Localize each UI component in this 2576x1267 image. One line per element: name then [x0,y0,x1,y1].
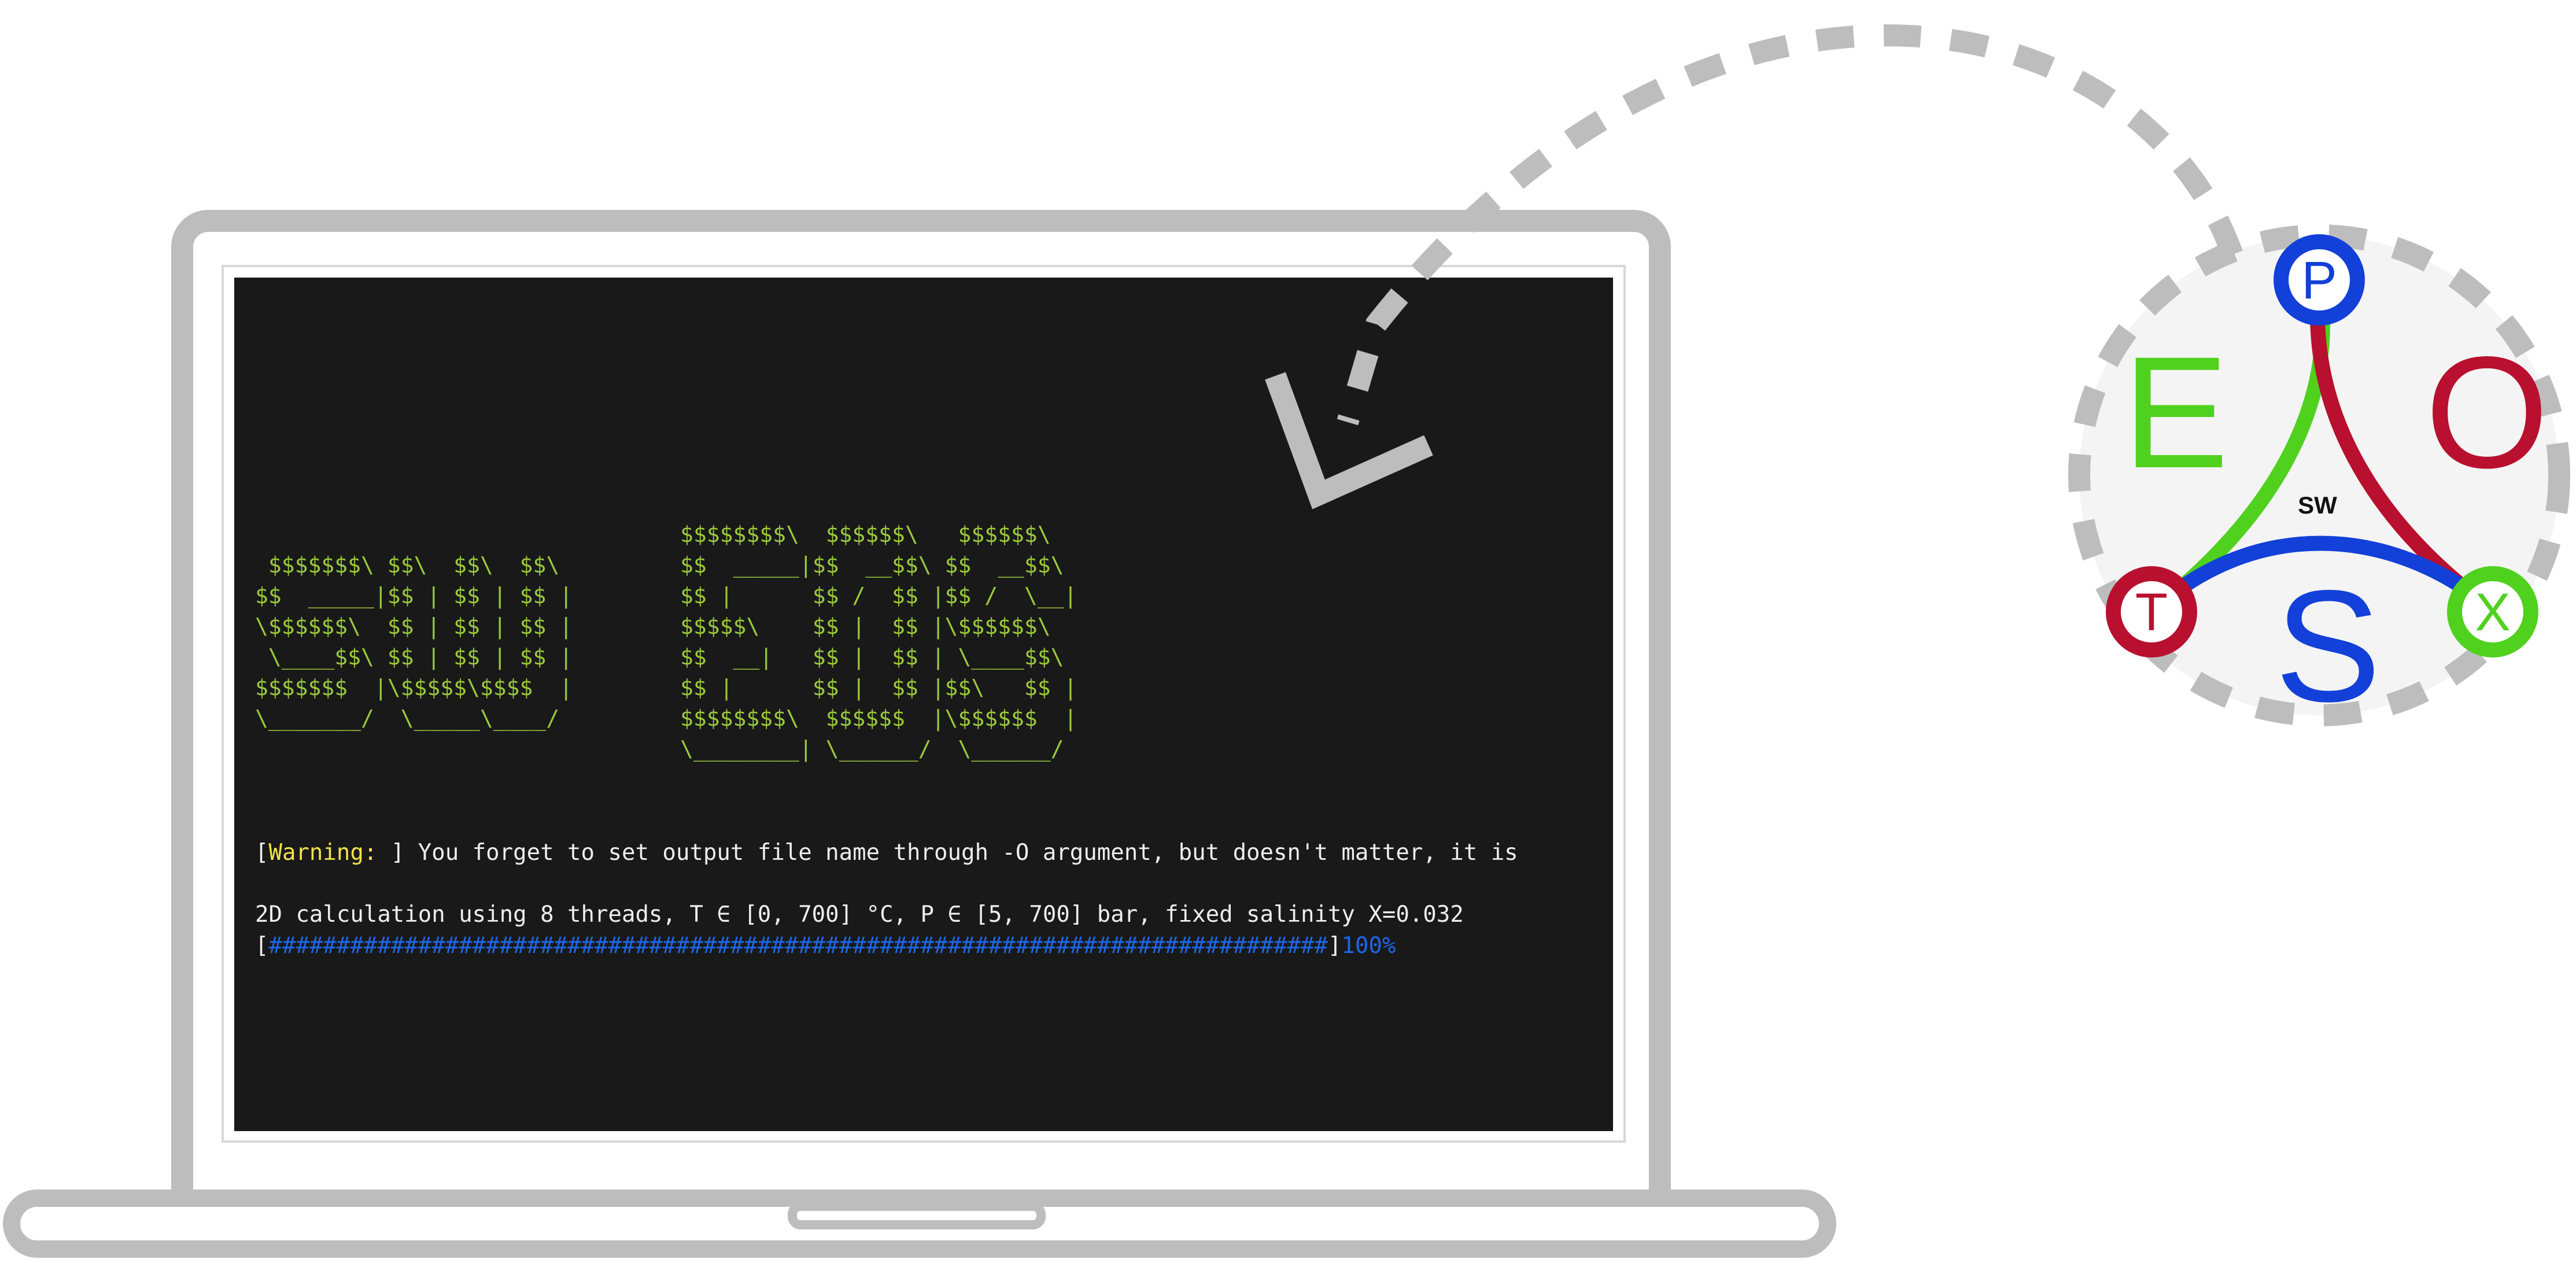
arrow-head-icon [1265,372,1433,509]
dashed-connector [1337,24,2243,426]
dashed-arrow-overlay [1265,24,2243,509]
